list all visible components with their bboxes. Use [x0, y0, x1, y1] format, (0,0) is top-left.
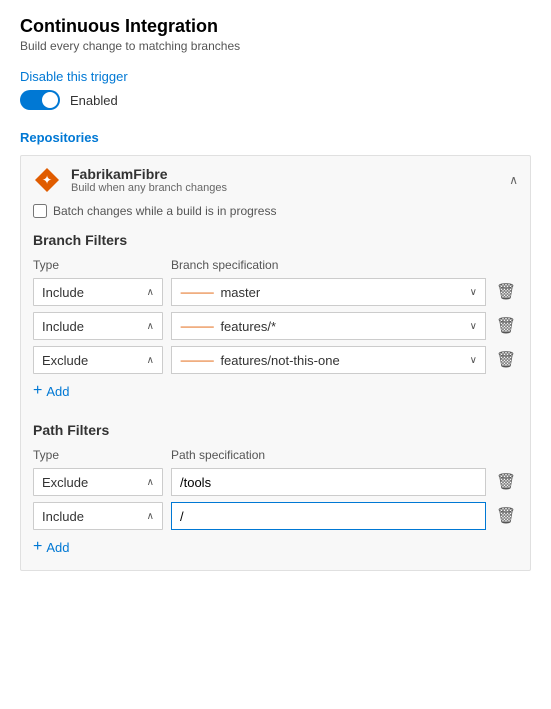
branch-add-plus-icon: +: [33, 382, 42, 400]
path-type-col-header: Type: [33, 448, 163, 462]
repository-item: ✦ FabrikamFibre Build when any branch ch…: [20, 155, 531, 571]
path-spec-input-2[interactable]: [171, 502, 486, 530]
path-spec-col-header: Path specification: [171, 448, 518, 462]
branch-type-select-2[interactable]: Include ∧: [33, 312, 163, 340]
branch-filters-section: Branch Filters Type Branch specification…: [33, 232, 518, 402]
path-type-value-2: Include: [42, 509, 84, 524]
branch-type-col-header: Type: [33, 258, 163, 272]
path-add-label: Add: [46, 540, 69, 555]
branch-spec-arrow-1: ∨: [470, 287, 477, 298]
path-spec-input-1[interactable]: [171, 468, 486, 496]
branch-filters-title: Branch Filters: [33, 232, 518, 248]
branch-type-arrow-1: ∧: [147, 287, 154, 298]
branch-type-select-1[interactable]: Include ∧: [33, 278, 163, 306]
repo-icon: ✦: [33, 166, 61, 194]
branch-type-value-3: Exclude: [42, 353, 88, 368]
branch-filter-row: Exclude ∧ ⸻ features/not-this-one ∨ 🗑: [33, 346, 518, 374]
branch-spec-dropdown-2[interactable]: ⸻ features/* ∨: [171, 312, 486, 340]
branch-spec-arrow-3: ∨: [470, 355, 477, 366]
branch-spec-dropdown-1[interactable]: ⸻ master ∨: [171, 278, 486, 306]
branch-delete-btn-3[interactable]: 🗑: [494, 348, 518, 372]
repo-name: FabrikamFibre: [71, 166, 499, 182]
page-title: Continuous Integration: [20, 16, 531, 37]
repo-header[interactable]: ✦ FabrikamFibre Build when any branch ch…: [21, 156, 530, 204]
path-filter-row-1: Exclude ∧ 🗑: [33, 468, 518, 496]
branch-icon-2: ⸻: [180, 316, 214, 336]
branch-filter-row: Include ∧ ⸻ master ∨ 🗑: [33, 278, 518, 306]
disable-trigger-label: Disable this trigger: [20, 69, 531, 84]
branch-spec-arrow-2: ∨: [470, 321, 477, 332]
branch-filter-row: Include ∧ ⸻ features/* ∨ 🗑: [33, 312, 518, 340]
path-add-plus-icon: +: [33, 538, 42, 556]
branch-type-value-1: Include: [42, 285, 84, 300]
path-type-arrow-2: ∧: [147, 511, 154, 522]
branch-spec-value-1: master: [220, 285, 260, 300]
branch-icon-1: ⸻: [180, 282, 214, 302]
branch-delete-btn-2[interactable]: 🗑: [494, 314, 518, 338]
page-subtitle: Build every change to matching branches: [20, 39, 531, 53]
path-filter-row-2: Include ∧ 🗑: [33, 502, 518, 530]
path-filters-section: Path Filters Type Path specification Exc…: [33, 422, 518, 558]
branch-spec-value-2: features/*: [220, 319, 276, 334]
branch-add-button[interactable]: + Add: [33, 380, 69, 402]
repo-collapse-icon[interactable]: ∧: [509, 173, 518, 187]
branch-spec-dropdown-3[interactable]: ⸻ features/not-this-one ∨: [171, 346, 486, 374]
path-delete-btn-2[interactable]: 🗑: [494, 504, 518, 528]
path-type-value-1: Exclude: [42, 475, 88, 490]
branch-delete-btn-1[interactable]: 🗑: [494, 280, 518, 304]
path-filters-title: Path Filters: [33, 422, 518, 438]
branch-type-arrow-2: ∧: [147, 321, 154, 332]
branch-spec-col-header: Branch specification: [171, 258, 518, 272]
path-type-select-2[interactable]: Include ∧: [33, 502, 163, 530]
path-delete-btn-1[interactable]: 🗑: [494, 470, 518, 494]
branch-add-label: Add: [46, 384, 69, 399]
batch-changes-checkbox[interactable]: [33, 204, 47, 218]
path-type-select-1[interactable]: Exclude ∧: [33, 468, 163, 496]
branch-type-arrow-3: ∧: [147, 355, 154, 366]
batch-changes-label: Batch changes while a build is in progre…: [53, 204, 276, 218]
svg-text:✦: ✦: [42, 173, 52, 187]
repositories-section-title: Repositories: [20, 130, 531, 145]
branch-spec-value-3: features/not-this-one: [220, 353, 339, 368]
path-type-arrow-1: ∧: [147, 477, 154, 488]
toggle-label: Enabled: [70, 93, 118, 108]
branch-icon-3: ⸻: [180, 350, 214, 370]
enabled-toggle[interactable]: [20, 90, 60, 110]
branch-type-value-2: Include: [42, 319, 84, 334]
branch-type-select-3[interactable]: Exclude ∧: [33, 346, 163, 374]
path-add-button[interactable]: + Add: [33, 536, 69, 558]
repo-desc: Build when any branch changes: [71, 182, 499, 194]
